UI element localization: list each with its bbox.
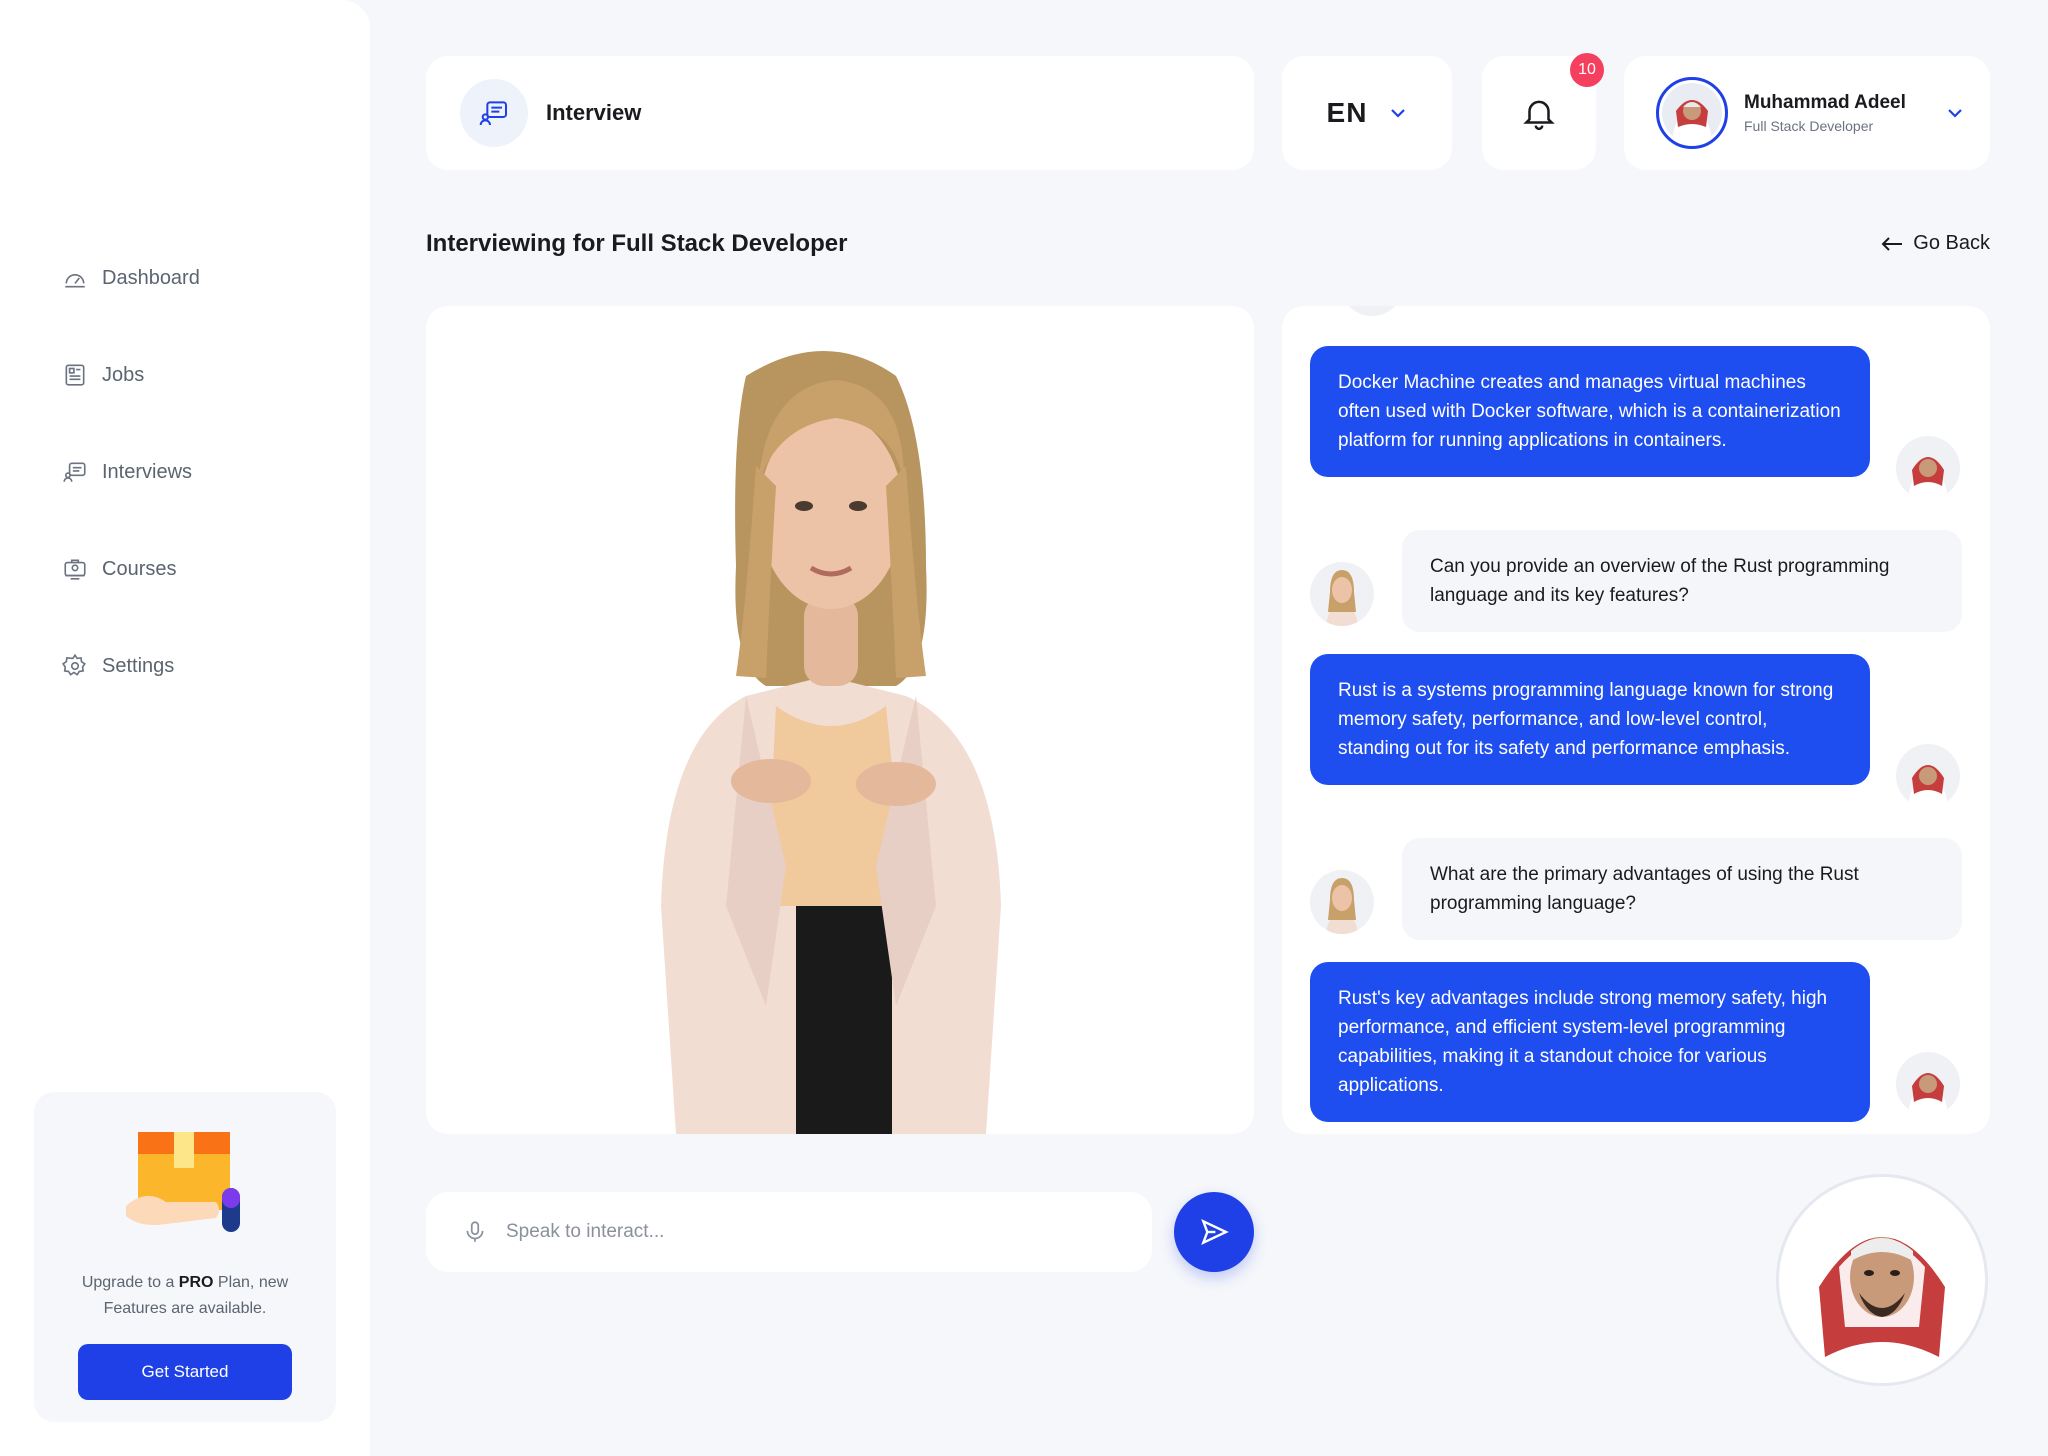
bell-icon bbox=[1523, 100, 1555, 131]
chat-panel: Docker Machine creates and manages virtu… bbox=[1282, 306, 1990, 1134]
interviewer-avatar bbox=[661, 351, 1001, 1134]
chat-message-ai: Can you provide an overview of the Rust … bbox=[1402, 530, 1962, 632]
sidebar-item-interviews[interactable]: Interviews bbox=[62, 452, 200, 492]
notification-badge: 10 bbox=[1570, 53, 1604, 87]
sidebar-item-label: Jobs bbox=[102, 363, 145, 386]
header-title-card: Interview bbox=[426, 56, 1254, 170]
settings-icon bbox=[62, 653, 86, 676]
chat-message-user: Docker Machine creates and manages virtu… bbox=[1310, 346, 1870, 477]
sidebar-item-label: Courses bbox=[102, 557, 177, 580]
self-camera-view bbox=[1776, 1174, 1988, 1386]
upgrade-promo-card: Upgrade to a PRO Plan, new Features are … bbox=[34, 1092, 336, 1422]
chevron-down-icon bbox=[1391, 109, 1406, 118]
sidebar-item-label: Interviews bbox=[102, 460, 193, 483]
microphone-icon[interactable] bbox=[462, 1217, 488, 1247]
arrow-left-icon bbox=[1881, 236, 1903, 251]
chat-message-user: Rust is a systems programming language k… bbox=[1310, 654, 1870, 785]
chat-message-ai: What are the primary advantages of using… bbox=[1402, 838, 1962, 940]
chat-message-user: Rust's key advantages include strong mem… bbox=[1310, 962, 1870, 1122]
sidebar-item-jobs[interactable]: Jobs bbox=[62, 355, 200, 395]
promo-text: Upgrade to a PRO Plan, new Features are … bbox=[81, 1274, 289, 1317]
sidebar-item-label: Dashboard bbox=[102, 266, 200, 289]
user-profile-menu[interactable]: Muhammad Adeel Full Stack Developer bbox=[1624, 56, 1990, 170]
user-camera-avatar bbox=[1809, 1237, 1955, 1383]
interviewer-video bbox=[426, 306, 1254, 1134]
package-delivery-icon bbox=[126, 1132, 240, 1232]
interviewer-avatar bbox=[1340, 306, 1404, 316]
jobs-icon bbox=[65, 364, 85, 386]
sidebar-item-label: Settings bbox=[102, 654, 175, 677]
header-title: Interview bbox=[546, 100, 642, 125]
interviews-icon bbox=[63, 462, 86, 482]
send-icon bbox=[1201, 1218, 1229, 1246]
go-back-button[interactable]: Go Back bbox=[1881, 232, 1990, 255]
language-code: EN bbox=[1326, 97, 1368, 128]
user-avatar bbox=[1896, 744, 1960, 808]
courses-icon bbox=[64, 559, 86, 580]
user-name: Muhammad Adeel bbox=[1744, 92, 1906, 113]
send-button[interactable] bbox=[1174, 1192, 1254, 1272]
sidebar-item-courses[interactable]: Courses bbox=[62, 549, 200, 589]
get-started-button[interactable]: Get Started bbox=[78, 1344, 292, 1400]
speak-input[interactable] bbox=[506, 1221, 1106, 1243]
avatar bbox=[1656, 77, 1728, 149]
chevron-down-icon bbox=[1948, 109, 1962, 118]
interviewer-avatar bbox=[1310, 562, 1374, 626]
sidebar-nav: Dashboard Jobs Interviews Courses Settin… bbox=[62, 258, 200, 743]
interview-icon bbox=[460, 79, 528, 147]
user-role: Full Stack Developer bbox=[1744, 118, 1874, 134]
speak-input-bar bbox=[426, 1192, 1152, 1272]
sidebar-item-settings[interactable]: Settings bbox=[62, 646, 200, 686]
sidebar: Dashboard Jobs Interviews Courses Settin… bbox=[0, 0, 370, 1456]
go-back-label: Go Back bbox=[1913, 232, 1990, 254]
user-avatar bbox=[1896, 436, 1960, 500]
page-title: Interviewing for Full Stack Developer bbox=[426, 230, 848, 257]
sidebar-item-dashboard[interactable]: Dashboard bbox=[62, 258, 200, 298]
interviewer-avatar bbox=[1310, 870, 1374, 934]
language-selector[interactable]: EN bbox=[1282, 56, 1452, 170]
dashboard-icon bbox=[65, 273, 85, 288]
user-avatar bbox=[1896, 1052, 1960, 1116]
